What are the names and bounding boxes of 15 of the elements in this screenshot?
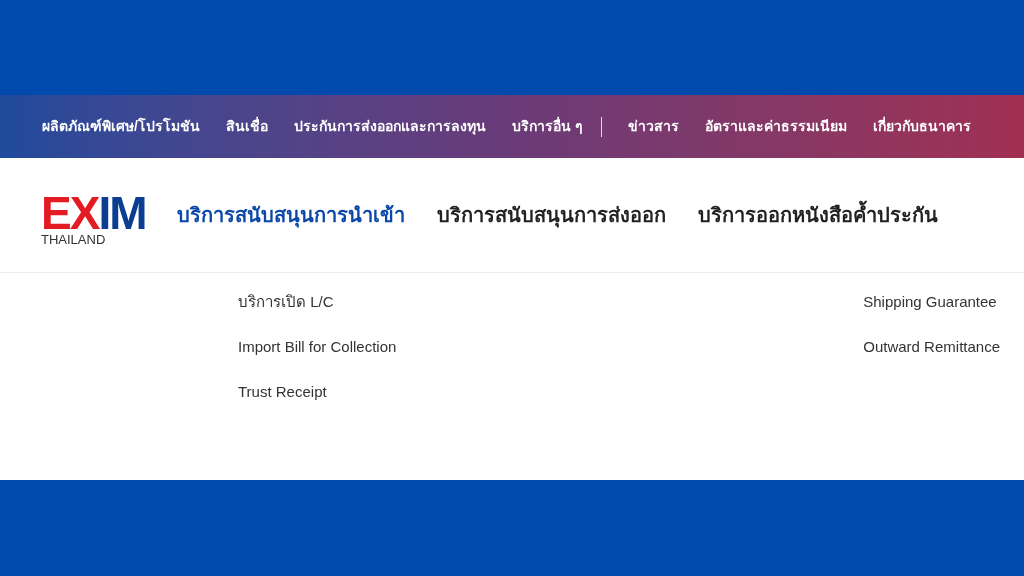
dropdown-link[interactable]: Outward Remittance [863, 336, 1000, 357]
dropdown-link[interactable]: บริการเปิด L/C [238, 291, 397, 312]
dropdown-link[interactable]: Trust Receipt [238, 381, 397, 402]
top-nav-link[interactable]: ข่าวสาร [627, 116, 679, 137]
top-nav-link[interactable]: เกี่ยวกับธนาคาร [872, 116, 971, 137]
top-nav-link[interactable]: สินเชื่อ [225, 116, 268, 137]
top-nav-link[interactable]: อัตราและค่าธรรมเนียม [704, 116, 847, 137]
top-nav-link[interactable]: ประกันการส่งออกและการลงทุน [293, 116, 486, 137]
main-nav-link[interactable]: บริการสนับสนุนการนำเข้า [177, 200, 406, 230]
main-nav-link[interactable]: บริการออกหนังสือค้ำประกัน [698, 200, 939, 230]
dropdown-link[interactable]: Import Bill for Collection [238, 336, 397, 357]
top-nav-link[interactable]: ผลิตภัณฑ์พิเศษ/โปรโมชัน [42, 116, 200, 137]
top-nav-link[interactable]: บริการอื่น ๆ [511, 116, 583, 137]
main-nav-link[interactable]: บริการสนับสนุนการส่งออก [437, 200, 667, 230]
dropdown-link[interactable]: Shipping Guarantee [863, 291, 1000, 312]
